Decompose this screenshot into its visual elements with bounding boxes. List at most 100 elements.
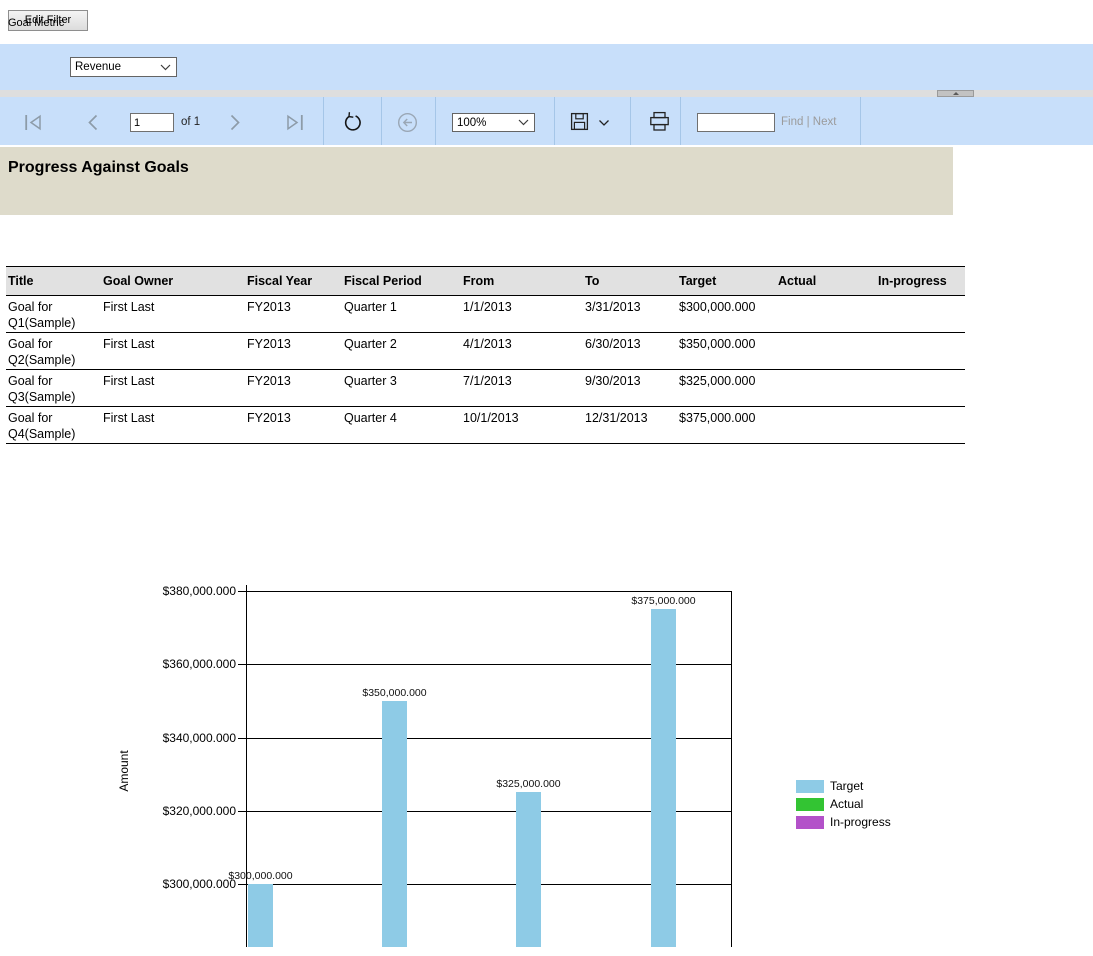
chevron-down-icon — [518, 119, 529, 126]
toolbar-separator — [680, 97, 681, 145]
table-cell: FY2013 — [245, 333, 342, 370]
table-cell — [776, 333, 876, 370]
back-icon[interactable] — [397, 112, 418, 133]
table-cell: Goal for Q4(Sample) — [6, 407, 101, 444]
toolbar-separator — [860, 97, 861, 145]
target-bar — [382, 701, 407, 947]
chart-gridline — [246, 664, 731, 665]
table-cell: FY2013 — [245, 296, 342, 333]
legend-item: Actual — [796, 797, 891, 811]
table-cell — [776, 407, 876, 444]
toolbar-separator — [554, 97, 555, 145]
goal-metric-select[interactable]: Revenue — [70, 57, 177, 77]
legend-swatch-icon — [796, 816, 824, 829]
print-icon[interactable] — [649, 111, 670, 132]
table-cell: 4/1/2013 — [461, 333, 583, 370]
parameter-collapse-strip — [0, 90, 1093, 97]
previous-page-icon[interactable] — [86, 114, 100, 131]
legend-label: Actual — [830, 797, 863, 811]
legend-item: In-progress — [796, 815, 891, 829]
table-cell: Quarter 4 — [342, 407, 461, 444]
toolbar-separator — [323, 97, 324, 145]
column-header: Fiscal Year — [245, 267, 342, 296]
table-row: Goal for Q4(Sample)First LastFY2013Quart… — [6, 407, 965, 444]
goal-metric-selected-value: Revenue — [75, 61, 160, 73]
bar-value-label: $325,000.000 — [479, 778, 579, 790]
table-cell: First Last — [101, 333, 245, 370]
table-cell: 6/30/2013 — [583, 333, 677, 370]
table-cell: 7/1/2013 — [461, 370, 583, 407]
toolbar-separator — [381, 97, 382, 145]
legend-label: In-progress — [830, 815, 891, 829]
table-cell: Goal for Q1(Sample) — [6, 296, 101, 333]
zoom-select[interactable]: 100% — [452, 113, 535, 132]
target-bar — [651, 609, 676, 947]
table-cell — [776, 296, 876, 333]
collapse-parameters-button[interactable] — [937, 90, 974, 97]
save-menu-chevron-icon[interactable] — [598, 119, 610, 127]
page-count-label: of 1 — [181, 113, 200, 132]
chart-legend: Target Actual In-progress — [796, 779, 891, 833]
table-cell: 9/30/2013 — [583, 370, 677, 407]
table-row: Goal for Q2(Sample)First LastFY2013Quart… — [6, 333, 965, 370]
report-title-band: Progress Against Goals — [0, 147, 953, 215]
toolbar-separator — [435, 97, 436, 145]
y-tick-label: $380,000.000 — [126, 583, 236, 599]
y-axis-tickmark — [238, 591, 246, 592]
table-cell: FY2013 — [245, 370, 342, 407]
table-cell: 12/31/2013 — [583, 407, 677, 444]
column-header: Goal Owner — [101, 267, 245, 296]
find-next-divider: | — [807, 116, 810, 128]
first-page-icon[interactable] — [24, 114, 43, 131]
legend-swatch-icon — [796, 798, 824, 811]
find-text-input[interactable] — [697, 113, 775, 132]
bar-value-label: $300,000.000 — [211, 870, 311, 882]
next-page-icon[interactable] — [228, 114, 242, 131]
column-header: Fiscal Period — [342, 267, 461, 296]
report-viewer-page: Edit Filter Goal Metric Revenue of 1 — [0, 0, 1093, 956]
next-link[interactable]: Next — [813, 116, 837, 128]
table-cell: Quarter 3 — [342, 370, 461, 407]
table-cell: First Last — [101, 296, 245, 333]
column-header: From — [461, 267, 583, 296]
y-axis-title: Amount — [117, 750, 131, 791]
table-row: Goal for Q1(Sample)First LastFY2013Quart… — [6, 296, 965, 333]
last-page-icon[interactable] — [285, 114, 304, 131]
target-bar — [248, 884, 273, 947]
goal-metric-label: Goal Metric — [8, 0, 64, 46]
y-tick-label: $300,000.000 — [126, 876, 236, 892]
table-cell: First Last — [101, 370, 245, 407]
column-header: Actual — [776, 267, 876, 296]
legend-swatch-icon — [796, 780, 824, 793]
page-number-input[interactable] — [130, 113, 174, 132]
table-cell — [876, 333, 965, 370]
y-tick-label: $320,000.000 — [126, 803, 236, 819]
goals-table: TitleGoal OwnerFiscal YearFiscal PeriodF… — [6, 266, 965, 444]
table-cell — [876, 370, 965, 407]
table-cell — [776, 370, 876, 407]
table-cell: $350,000.000 — [677, 333, 776, 370]
find-link[interactable]: Find — [781, 116, 803, 128]
table-cell: $375,000.000 — [677, 407, 776, 444]
target-bar — [516, 792, 541, 947]
table-cell: FY2013 — [245, 407, 342, 444]
table-row: Goal for Q3(Sample)First LastFY2013Quart… — [6, 370, 965, 407]
triangle-up-icon — [953, 92, 959, 95]
table-cell: 10/1/2013 — [461, 407, 583, 444]
table-cell: $300,000.000 — [677, 296, 776, 333]
chart-gridline — [246, 738, 731, 739]
chart-gridline — [246, 884, 731, 885]
column-header: Title — [6, 267, 101, 296]
y-axis-tickmark — [238, 811, 246, 812]
legend-label: Target — [830, 779, 863, 793]
column-header: To — [583, 267, 677, 296]
save-icon[interactable] — [570, 112, 589, 131]
chart-gridline — [246, 811, 731, 812]
y-tick-label: $360,000.000 — [126, 656, 236, 672]
table-header-row: TitleGoal OwnerFiscal YearFiscal PeriodF… — [6, 267, 965, 296]
bar-value-label: $375,000.000 — [614, 595, 714, 607]
zoom-selected-value: 100% — [457, 117, 518, 129]
refresh-icon[interactable] — [341, 111, 363, 133]
table-cell: $325,000.000 — [677, 370, 776, 407]
y-axis-line — [246, 585, 247, 947]
